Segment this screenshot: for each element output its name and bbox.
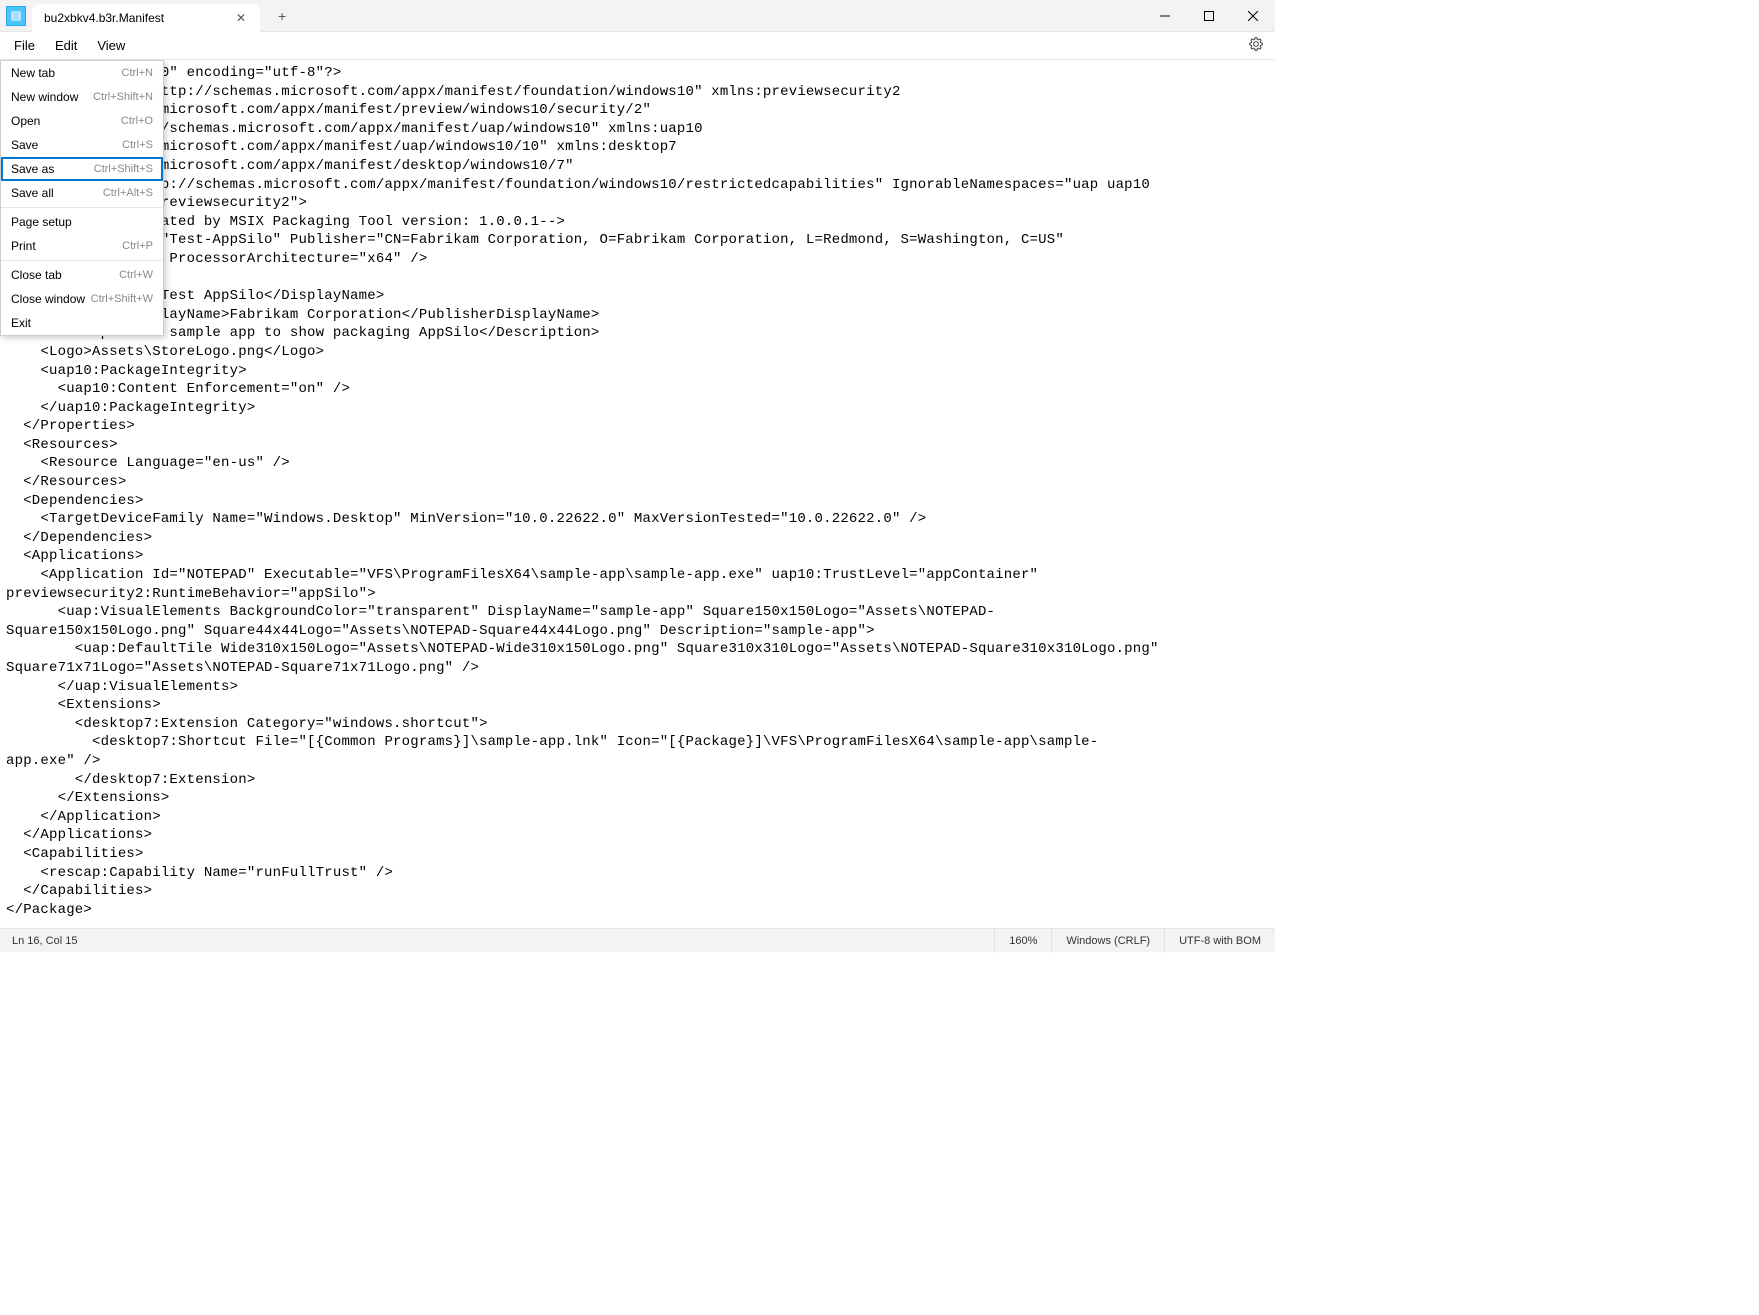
menu-label: Exit — [11, 316, 31, 330]
menu-view[interactable]: View — [87, 34, 135, 57]
menu-item-new-tab[interactable]: New tab Ctrl+N — [1, 61, 163, 85]
menu-item-save[interactable]: Save Ctrl+S — [1, 133, 163, 157]
menu-label: Save — [11, 138, 38, 152]
menu-label: Save as — [11, 162, 54, 176]
settings-button[interactable] — [1241, 33, 1271, 58]
menu-label: Print — [11, 239, 36, 253]
app-icon — [6, 6, 26, 26]
tab-active[interactable]: bu2xbkv4.b3r.Manifest ✕ — [32, 4, 260, 32]
menu-item-open[interactable]: Open Ctrl+O — [1, 109, 163, 133]
menu-label: New tab — [11, 66, 55, 80]
menu-shortcut: Ctrl+Shift+W — [91, 293, 153, 305]
menu-shortcut: Ctrl+W — [119, 269, 153, 281]
menu-label: Page setup — [11, 215, 72, 229]
title-bar: bu2xbkv4.b3r.Manifest ✕ + — [0, 0, 1275, 32]
menu-item-save-all[interactable]: Save all Ctrl+Alt+S — [1, 181, 163, 205]
status-zoom[interactable]: 160% — [994, 929, 1051, 953]
menu-bar: File Edit View — [0, 32, 1275, 60]
menu-item-close-tab[interactable]: Close tab Ctrl+W — [1, 263, 163, 287]
status-position: Ln 16, Col 15 — [0, 935, 77, 947]
menu-item-new-window[interactable]: New window Ctrl+Shift+N — [1, 85, 163, 109]
menu-item-save-as[interactable]: Save as Ctrl+Shift+S — [1, 157, 163, 181]
maximize-button[interactable] — [1187, 0, 1231, 32]
menu-item-exit[interactable]: Exit — [1, 311, 163, 335]
minimize-button[interactable] — [1143, 0, 1187, 32]
editor-content[interactable]: 0" encoding="utf-8"?> ttp://schemas.micr… — [0, 60, 1275, 923]
menu-divider — [1, 260, 163, 261]
menu-shortcut: Ctrl+N — [122, 67, 153, 79]
menu-label: Close window — [11, 292, 85, 306]
new-tab-button[interactable]: + — [268, 2, 296, 30]
menu-divider — [1, 207, 163, 208]
editor-area[interactable]: New tab Ctrl+N New window Ctrl+Shift+N Ope… — [0, 60, 1275, 925]
menu-shortcut: Ctrl+Shift+S — [94, 163, 153, 175]
menu-shortcut: Ctrl+Shift+N — [93, 91, 153, 103]
menu-label: Save all — [11, 186, 54, 200]
window-controls — [1143, 0, 1275, 32]
menu-label: Open — [11, 114, 40, 128]
menu-label: New window — [11, 90, 78, 104]
status-bar: Ln 16, Col 15 160% Windows (CRLF) UTF-8 … — [0, 928, 1275, 952]
menu-file[interactable]: File — [4, 34, 45, 57]
gear-icon — [1249, 37, 1263, 51]
menu-item-close-window[interactable]: Close window Ctrl+Shift+W — [1, 287, 163, 311]
menu-shortcut: Ctrl+P — [122, 240, 153, 252]
status-line-ending: Windows (CRLF) — [1051, 929, 1164, 953]
tab-title: bu2xbkv4.b3r.Manifest — [44, 11, 164, 25]
file-menu-dropdown: New tab Ctrl+N New window Ctrl+Shift+N Ope… — [0, 60, 164, 336]
menu-item-print[interactable]: Print Ctrl+P — [1, 234, 163, 258]
menu-edit[interactable]: Edit — [45, 34, 87, 57]
menu-shortcut: Ctrl+S — [122, 139, 153, 151]
close-window-button[interactable] — [1231, 0, 1275, 32]
menu-shortcut: Ctrl+Alt+S — [103, 187, 153, 199]
close-tab-icon[interactable]: ✕ — [234, 11, 248, 25]
menu-label: Close tab — [11, 268, 62, 282]
status-encoding: UTF-8 with BOM — [1164, 929, 1275, 953]
menu-shortcut: Ctrl+O — [121, 115, 153, 127]
menu-item-page-setup[interactable]: Page setup — [1, 210, 163, 234]
